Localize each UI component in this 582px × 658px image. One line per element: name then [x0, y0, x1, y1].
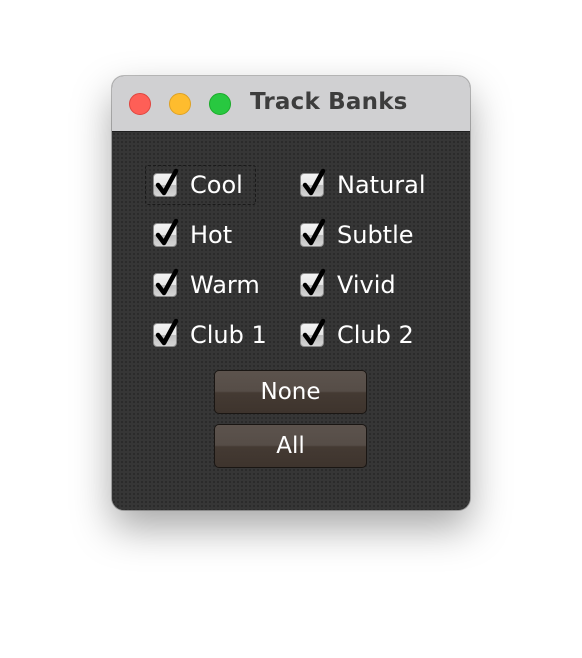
checkbox-box[interactable] — [300, 168, 326, 197]
checkbox-box[interactable] — [300, 318, 326, 347]
checkmark-icon — [302, 218, 326, 246]
checkbox-label: Hot — [190, 221, 233, 249]
all-button[interactable]: All — [214, 424, 367, 468]
checkbox-box[interactable] — [153, 268, 179, 297]
checkmark-icon — [155, 318, 179, 346]
checkmark-icon — [155, 218, 179, 246]
checkbox-label: Club 2 — [337, 321, 414, 349]
none-button[interactable]: None — [214, 370, 367, 414]
checkbox-cool[interactable]: Cool — [153, 168, 243, 200]
checkmark-icon — [155, 168, 179, 196]
checkbox-box[interactable] — [153, 318, 179, 347]
checkbox-label: Vivid — [337, 271, 396, 299]
title-bar[interactable]: Track Banks — [112, 76, 470, 132]
checkbox-hot[interactable]: Hot — [153, 218, 233, 250]
checkbox-label: Natural — [337, 171, 426, 199]
checkbox-box[interactable] — [300, 268, 326, 297]
checkbox-warm[interactable]: Warm — [153, 268, 260, 300]
checkbox-box[interactable] — [153, 168, 179, 197]
checkbox-box[interactable] — [300, 218, 326, 247]
minimize-button[interactable] — [169, 93, 191, 115]
track-banks-window: Track Banks Cool Natural Hot Subtle Warm… — [112, 76, 470, 510]
checkbox-box[interactable] — [153, 218, 179, 247]
checkmark-icon — [302, 318, 326, 346]
close-button[interactable] — [129, 93, 151, 115]
window-title: Track Banks — [250, 89, 408, 115]
checkbox-natural[interactable]: Natural — [300, 168, 426, 200]
checkbox-label: Club 1 — [190, 321, 267, 349]
zoom-button[interactable] — [209, 93, 231, 115]
checkbox-label: Subtle — [337, 221, 414, 249]
checkbox-label: Cool — [190, 171, 243, 199]
checkbox-vivid[interactable]: Vivid — [300, 268, 396, 300]
checkmark-icon — [155, 268, 179, 296]
checkbox-club-2[interactable]: Club 2 — [300, 318, 414, 350]
window-content: Cool Natural Hot Subtle Warm Vivid Club … — [112, 132, 470, 510]
checkbox-label: Warm — [190, 271, 260, 299]
checkbox-subtle[interactable]: Subtle — [300, 218, 414, 250]
checkmark-icon — [302, 168, 326, 196]
checkbox-club-1[interactable]: Club 1 — [153, 318, 267, 350]
checkmark-icon — [302, 268, 326, 296]
